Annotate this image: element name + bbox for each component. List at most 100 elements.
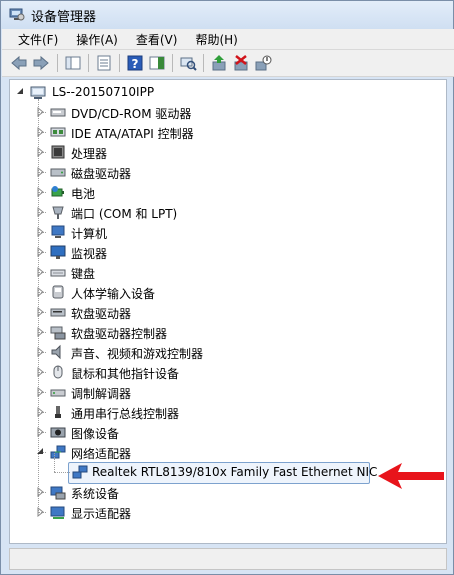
display-adapter-icon <box>50 506 65 519</box>
properties-icon[interactable] <box>95 54 113 72</box>
action-pane-icon[interactable] <box>148 54 166 72</box>
expand-arrow-icon[interactable] <box>36 407 44 417</box>
expand-arrow-icon[interactable] <box>36 267 44 277</box>
tree-item-label: 通用串行总线控制器 <box>71 407 180 421</box>
tree-item[interactable]: 端口 (COM 和 LPT) <box>10 203 446 221</box>
root-computer-icon <box>30 86 46 99</box>
annotation-arrow-icon <box>378 463 444 489</box>
scan-hardware-icon[interactable] <box>179 54 197 72</box>
tree-item[interactable]: 显示适配器 <box>10 503 446 521</box>
disable-device-icon[interactable] <box>254 54 272 72</box>
menu-view[interactable]: 查看(V) <box>136 29 178 49</box>
tree-item-label: 系统设备 <box>71 487 120 501</box>
toolbar-separator <box>57 54 58 72</box>
network-card-icon <box>72 465 88 479</box>
tree-item[interactable]: 处理器 <box>10 143 446 161</box>
tree-item[interactable]: 键盘 <box>10 263 446 281</box>
tree-item[interactable]: 鼠标和其他指针设备 <box>10 363 446 381</box>
menu-file[interactable]: 文件(F) <box>18 29 58 49</box>
network-adapter-icon <box>50 445 66 459</box>
tree-item[interactable]: 软盘驱动器 <box>10 303 446 321</box>
console-tree-icon[interactable] <box>64 54 82 72</box>
toolbar-separator <box>203 54 204 72</box>
ide-controller-icon <box>50 127 66 137</box>
expand-arrow-icon[interactable] <box>36 307 44 317</box>
speaker-icon <box>51 344 61 360</box>
expand-arrow-icon[interactable] <box>36 227 44 237</box>
expand-arrow-icon[interactable] <box>36 107 44 117</box>
tree-line <box>54 453 55 472</box>
expand-arrow-icon[interactable] <box>36 207 44 217</box>
tree-item-label: 人体学输入设备 <box>71 287 156 301</box>
expand-arrow-icon[interactable] <box>36 147 44 157</box>
expand-arrow-icon[interactable] <box>36 327 44 337</box>
status-bar <box>9 548 447 570</box>
toolbar-separator <box>88 54 89 72</box>
keyboard-icon <box>50 269 66 277</box>
toolbar-separator <box>119 54 120 72</box>
floppy-drive-icon <box>50 308 66 317</box>
window-title: 设备管理器 <box>31 10 97 25</box>
svg-text:?: ? <box>132 57 139 71</box>
battery-icon <box>51 186 64 197</box>
expand-arrow-icon[interactable] <box>36 127 44 137</box>
tree-item-label: 电池 <box>71 187 96 201</box>
expand-arrow-icon[interactable] <box>36 387 44 397</box>
tree-item-label: 调制解调器 <box>71 387 132 401</box>
expand-arrow-icon[interactable] <box>36 167 44 177</box>
expand-arrow-icon[interactable] <box>36 507 44 517</box>
tree-item[interactable]: IDE ATA/ATAPI 控制器 <box>10 123 446 141</box>
tree-item-label: DVD/CD-ROM 驱动器 <box>71 107 192 121</box>
tree-item[interactable]: 电池 <box>10 183 446 201</box>
expand-arrow-icon[interactable] <box>36 287 44 297</box>
back-arrow-icon[interactable] <box>10 54 28 72</box>
help-icon[interactable]: ? <box>126 54 144 72</box>
expand-arrow-icon[interactable] <box>36 187 44 197</box>
computer-icon <box>51 225 65 238</box>
tree-line <box>54 472 70 473</box>
system-device-icon <box>50 486 66 500</box>
processor-icon <box>51 145 65 159</box>
tree-item[interactable]: 通用串行总线控制器 <box>10 403 446 421</box>
toolbar-separator <box>172 54 173 72</box>
tree-item[interactable]: 计算机 <box>10 223 446 241</box>
collapse-arrow-icon[interactable] <box>16 87 24 97</box>
tree-child-label: Realtek RTL8139/810x Family Fast Etherne… <box>92 465 378 479</box>
uninstall-icon[interactable] <box>232 54 250 72</box>
forward-arrow-icon[interactable] <box>32 54 50 72</box>
device-manager-window: 设备管理器 文件(F) 操作(A) 查看(V) 帮助(H) ? LS--2015… <box>0 0 454 575</box>
expand-arrow-icon[interactable] <box>36 347 44 357</box>
tree-item-label: 显示适配器 <box>71 507 132 521</box>
menu-action[interactable]: 操作(A) <box>76 29 118 49</box>
tree-item[interactable]: 声音、视频和游戏控制器 <box>10 343 446 361</box>
tree-item-label: 端口 (COM 和 LPT) <box>71 207 178 221</box>
tree-root[interactable]: LS--20150710IPP <box>10 83 446 101</box>
tree-item[interactable]: 调制解调器 <box>10 383 446 401</box>
tree-item[interactable]: 网络适配器 <box>10 443 446 461</box>
tree-item[interactable]: 监视器 <box>10 243 446 261</box>
expand-arrow-icon[interactable] <box>36 427 44 437</box>
usb-icon <box>55 406 61 418</box>
tree-item-label: 计算机 <box>71 227 108 241</box>
tree-root-label: LS--20150710IPP <box>52 85 155 99</box>
expand-arrow-icon[interactable] <box>36 367 44 377</box>
dvd-drive-icon <box>50 108 66 117</box>
tree-item[interactable]: 图像设备 <box>10 423 446 441</box>
modem-icon <box>50 389 66 397</box>
floppy-controller-icon <box>50 326 66 340</box>
expand-arrow-icon[interactable] <box>36 487 44 497</box>
expand-arrow-icon[interactable] <box>36 247 44 257</box>
tree-item[interactable]: DVD/CD-ROM 驱动器 <box>10 103 446 121</box>
toolbar: ? <box>2 50 454 77</box>
menu-help[interactable]: 帮助(H) <box>195 29 237 49</box>
update-driver-icon[interactable] <box>210 54 228 72</box>
hid-icon <box>52 285 64 299</box>
tree-item-label: 图像设备 <box>71 427 120 441</box>
monitor-icon <box>50 245 66 259</box>
tree-item[interactable]: 磁盘驱动器 <box>10 163 446 181</box>
tree-item-label: 鼠标和其他指针设备 <box>71 367 180 381</box>
tree-item[interactable]: 软盘驱动器控制器 <box>10 323 446 341</box>
tree-item[interactable]: 人体学输入设备 <box>10 283 446 301</box>
menu-bar: 文件(F) 操作(A) 查看(V) 帮助(H) <box>2 29 454 50</box>
collapse-arrow-icon[interactable] <box>36 447 44 457</box>
